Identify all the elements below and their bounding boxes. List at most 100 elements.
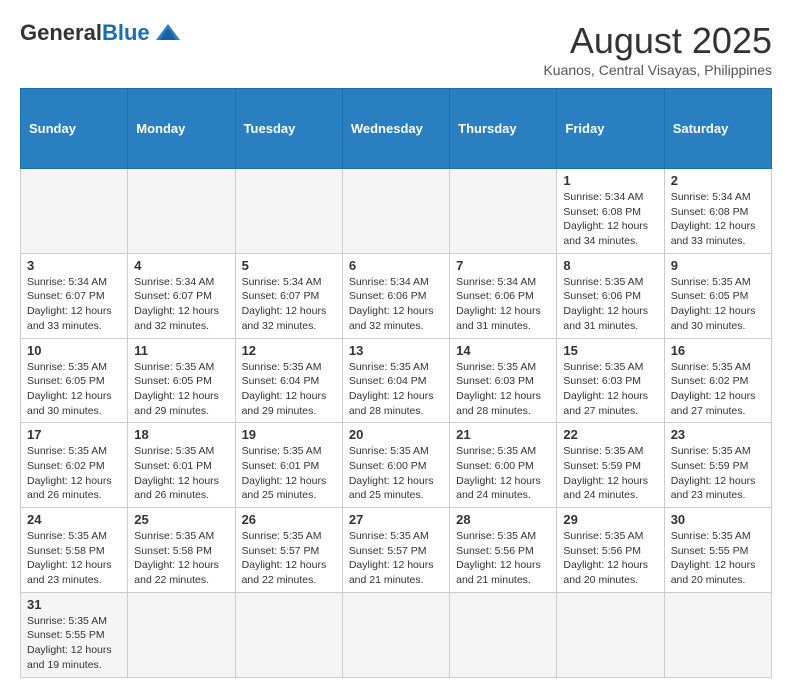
day-number: 13 [349,343,443,358]
day-info: Sunrise: 5:35 AM Sunset: 6:04 PM Dayligh… [349,360,443,419]
calendar-cell: 5 Sunrise: 5:34 AM Sunset: 6:07 PM Daylig… [235,253,342,338]
calendar-header-thursday: Thursday [450,89,557,169]
day-info: Sunrise: 5:34 AM Sunset: 6:08 PM Dayligh… [563,190,657,249]
day-number: 26 [242,512,336,527]
calendar-cell: 18 Sunrise: 5:35 AM Sunset: 6:01 PM Dayli… [128,423,235,508]
calendar-header-tuesday: Tuesday [235,89,342,169]
day-number: 2 [671,173,765,188]
day-info: Sunrise: 5:35 AM Sunset: 6:06 PM Dayligh… [563,275,657,334]
day-info: Sunrise: 5:34 AM Sunset: 6:07 PM Dayligh… [242,275,336,334]
day-number: 18 [134,427,228,442]
day-number: 1 [563,173,657,188]
calendar-week-row: 10 Sunrise: 5:35 AM Sunset: 6:05 PM Dayli… [21,338,772,423]
calendar-cell [128,592,235,677]
calendar-cell: 2 Sunrise: 5:34 AM Sunset: 6:08 PM Daylig… [664,169,771,254]
calendar-cell: 6Sunrise: 5:34 AM Sunset: 6:06 PM Daylig… [342,253,449,338]
day-info: Sunrise: 5:35 AM Sunset: 6:05 PM Dayligh… [27,360,121,419]
day-number: 30 [671,512,765,527]
calendar-cell [342,592,449,677]
day-info: Sunrise: 5:35 AM Sunset: 6:02 PM Dayligh… [27,444,121,503]
day-number: 14 [456,343,550,358]
calendar-cell: 17 Sunrise: 5:35 AM Sunset: 6:02 PM Dayli… [21,423,128,508]
day-info: Sunrise: 5:35 AM Sunset: 6:04 PM Dayligh… [242,360,336,419]
calendar-cell [21,169,128,254]
calendar-cell: 23 Sunrise: 5:35 AM Sunset: 5:59 PM Dayli… [664,423,771,508]
day-info: Sunrise: 5:35 AM Sunset: 6:01 PM Dayligh… [242,444,336,503]
day-number: 20 [349,427,443,442]
calendar-header-wednesday: Wednesday [342,89,449,169]
day-number: 27 [349,512,443,527]
day-info: Sunrise: 5:35 AM Sunset: 5:56 PM Dayligh… [456,529,550,588]
day-info: Sunrise: 5:35 AM Sunset: 5:55 PM Dayligh… [671,529,765,588]
calendar-cell: 8 Sunrise: 5:35 AM Sunset: 6:06 PM Daylig… [557,253,664,338]
logo-blue: Blue [102,20,150,46]
calendar-week-row: 3Sunrise: 5:34 AM Sunset: 6:07 PM Daylig… [21,253,772,338]
day-number: 23 [671,427,765,442]
day-info: Sunrise: 5:35 AM Sunset: 6:00 PM Dayligh… [349,444,443,503]
calendar-cell [557,592,664,677]
day-info: Sunrise: 5:35 AM Sunset: 5:57 PM Dayligh… [242,529,336,588]
calendar-header-row: SundayMondayTuesdayWednesdayThursdayFrid… [21,89,772,169]
calendar-cell: 15 Sunrise: 5:35 AM Sunset: 6:03 PM Dayli… [557,338,664,423]
calendar-cell: 11Sunrise: 5:35 AM Sunset: 6:05 PM Dayli… [128,338,235,423]
day-number: 17 [27,427,121,442]
calendar-week-row: 1 Sunrise: 5:34 AM Sunset: 6:08 PM Daylig… [21,169,772,254]
day-number: 15 [563,343,657,358]
calendar-cell: 21Sunrise: 5:35 AM Sunset: 6:00 PM Dayli… [450,423,557,508]
day-number: 25 [134,512,228,527]
calendar-cell: 14 Sunrise: 5:35 AM Sunset: 6:03 PM Dayli… [450,338,557,423]
calendar-cell: 4 Sunrise: 5:34 AM Sunset: 6:07 PM Daylig… [128,253,235,338]
calendar-week-row: 17 Sunrise: 5:35 AM Sunset: 6:02 PM Dayli… [21,423,772,508]
calendar-week-row: 31Sunrise: 5:35 AM Sunset: 5:55 PM Dayli… [21,592,772,677]
logo-icon [154,22,182,44]
day-number: 8 [563,258,657,273]
day-info: Sunrise: 5:34 AM Sunset: 6:08 PM Dayligh… [671,190,765,249]
calendar-header-saturday: Saturday [664,89,771,169]
calendar-cell: 31Sunrise: 5:35 AM Sunset: 5:55 PM Dayli… [21,592,128,677]
calendar-cell: 28 Sunrise: 5:35 AM Sunset: 5:56 PM Dayli… [450,508,557,593]
calendar-cell: 13 Sunrise: 5:35 AM Sunset: 6:04 PM Dayli… [342,338,449,423]
day-info: Sunrise: 5:35 AM Sunset: 6:03 PM Dayligh… [456,360,550,419]
day-number: 24 [27,512,121,527]
calendar-cell: 16 Sunrise: 5:35 AM Sunset: 6:02 PM Dayli… [664,338,771,423]
day-number: 4 [134,258,228,273]
calendar-cell: 12Sunrise: 5:35 AM Sunset: 6:04 PM Dayli… [235,338,342,423]
calendar-header-sunday: Sunday [21,89,128,169]
month-title: August 2025 [543,20,772,62]
day-number: 21 [456,427,550,442]
calendar-header-friday: Friday [557,89,664,169]
day-number: 28 [456,512,550,527]
day-info: Sunrise: 5:35 AM Sunset: 5:56 PM Dayligh… [563,529,657,588]
day-number: 16 [671,343,765,358]
calendar-cell: 20 Sunrise: 5:35 AM Sunset: 6:00 PM Dayli… [342,423,449,508]
header: General Blue August 2025 Kuanos, Central… [20,20,772,78]
day-info: Sunrise: 5:35 AM Sunset: 6:03 PM Dayligh… [563,360,657,419]
calendar-cell: 3Sunrise: 5:34 AM Sunset: 6:07 PM Daylig… [21,253,128,338]
day-info: Sunrise: 5:34 AM Sunset: 6:07 PM Dayligh… [134,275,228,334]
day-info: Sunrise: 5:34 AM Sunset: 6:07 PM Dayligh… [27,275,121,334]
calendar-cell [664,592,771,677]
subtitle: Kuanos, Central Visayas, Philippines [543,62,772,78]
day-info: Sunrise: 5:35 AM Sunset: 5:55 PM Dayligh… [27,614,121,673]
day-number: 9 [671,258,765,273]
day-info: Sunrise: 5:35 AM Sunset: 5:59 PM Dayligh… [563,444,657,503]
calendar-cell: 1 Sunrise: 5:34 AM Sunset: 6:08 PM Daylig… [557,169,664,254]
calendar: SundayMondayTuesdayWednesdayThursdayFrid… [20,88,772,678]
day-info: Sunrise: 5:35 AM Sunset: 6:02 PM Dayligh… [671,360,765,419]
day-number: 5 [242,258,336,273]
calendar-cell: 29Sunrise: 5:35 AM Sunset: 5:56 PM Dayli… [557,508,664,593]
calendar-week-row: 24 Sunrise: 5:35 AM Sunset: 5:58 PM Dayli… [21,508,772,593]
calendar-cell: 7Sunrise: 5:34 AM Sunset: 6:06 PM Daylig… [450,253,557,338]
day-info: Sunrise: 5:35 AM Sunset: 5:58 PM Dayligh… [27,529,121,588]
day-number: 10 [27,343,121,358]
calendar-cell: 25Sunrise: 5:35 AM Sunset: 5:58 PM Dayli… [128,508,235,593]
day-info: Sunrise: 5:35 AM Sunset: 5:59 PM Dayligh… [671,444,765,503]
calendar-cell: 24 Sunrise: 5:35 AM Sunset: 5:58 PM Dayli… [21,508,128,593]
calendar-cell: 22 Sunrise: 5:35 AM Sunset: 5:59 PM Dayli… [557,423,664,508]
day-number: 22 [563,427,657,442]
day-number: 11 [134,343,228,358]
calendar-cell: 9Sunrise: 5:35 AM Sunset: 6:05 PM Daylig… [664,253,771,338]
calendar-cell [128,169,235,254]
day-info: Sunrise: 5:35 AM Sunset: 6:01 PM Dayligh… [134,444,228,503]
day-info: Sunrise: 5:35 AM Sunset: 5:57 PM Dayligh… [349,529,443,588]
